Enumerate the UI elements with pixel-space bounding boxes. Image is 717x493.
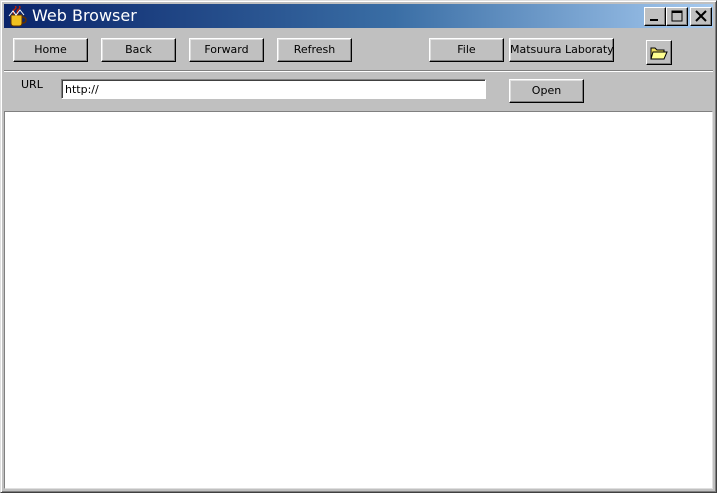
open-folder-button[interactable] xyxy=(646,40,672,65)
close-icon xyxy=(695,10,707,22)
open-folder-icon xyxy=(650,47,668,60)
open-button[interactable]: Open xyxy=(509,79,584,103)
url-input[interactable] xyxy=(61,79,486,99)
forward-button[interactable]: Forward xyxy=(189,38,264,62)
close-button[interactable] xyxy=(690,7,712,26)
title-bar[interactable]: Web Browser xyxy=(4,4,713,28)
minimize-button[interactable] xyxy=(644,7,666,26)
page-content-area[interactable] xyxy=(4,111,713,489)
home-button[interactable]: Home xyxy=(13,38,88,62)
maximize-icon xyxy=(671,10,683,22)
java-coffee-cup-icon[interactable] xyxy=(7,5,29,27)
refresh-button[interactable]: Refresh xyxy=(277,38,352,62)
matsuura-laboraty-button[interactable]: Matsuura Laboraty xyxy=(509,38,614,62)
url-label: URL xyxy=(21,78,43,91)
file-button[interactable]: File xyxy=(429,38,504,62)
minimize-icon xyxy=(650,19,658,21)
back-button[interactable]: Back xyxy=(101,38,176,62)
maximize-button[interactable] xyxy=(666,7,688,26)
window-title: Web Browser xyxy=(32,6,137,25)
browser-window: Web Browser Home Back Forward Refresh Fi… xyxy=(0,0,717,493)
toolbar-divider xyxy=(4,70,713,72)
